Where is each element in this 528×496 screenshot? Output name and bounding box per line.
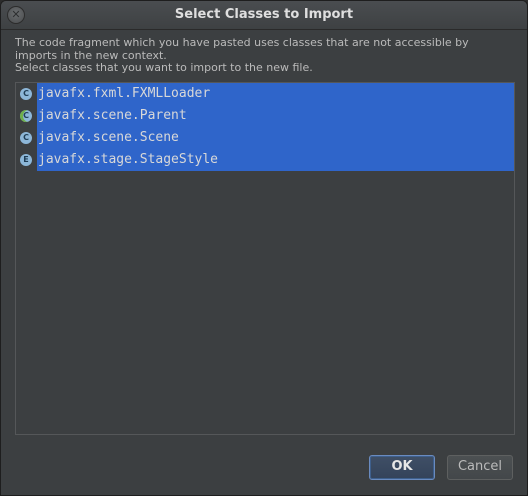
dialog-title: Select Classes to Import [174, 7, 354, 22]
class-name: javafx.stage.StageStyle [37, 149, 514, 171]
list-item-fxmlloader[interactable]: C javafx.fxml.FXMLLoader [16, 83, 514, 105]
class-name: javafx.fxml.FXMLLoader [37, 83, 514, 105]
class-list[interactable]: C javafx.fxml.FXMLLoader C javafx.scene.… [15, 82, 515, 435]
dialog-message: The code fragment which you have pasted … [15, 36, 515, 75]
class-icon: C [20, 88, 32, 100]
class-icon: C [20, 132, 32, 144]
ok-button[interactable]: OK [369, 455, 435, 480]
message-line: Select classes that you want to import t… [15, 61, 313, 74]
abstract-class-icon: C [20, 110, 32, 122]
list-item-stagestyle[interactable]: E javafx.stage.StageStyle [16, 149, 514, 171]
list-item-scene[interactable]: C javafx.scene.Scene [16, 127, 514, 149]
cancel-button[interactable]: Cancel [447, 455, 513, 480]
class-name: javafx.scene.Parent [37, 105, 514, 127]
class-name: javafx.scene.Scene [37, 127, 514, 149]
select-classes-dialog: ✕ Select Classes to Import The code frag… [0, 0, 528, 496]
enum-icon: E [20, 154, 32, 166]
list-item-parent[interactable]: C javafx.scene.Parent [16, 105, 514, 127]
message-line: The code fragment which you have pasted … [15, 36, 469, 49]
title-bar: ✕ Select Classes to Import [1, 1, 527, 30]
